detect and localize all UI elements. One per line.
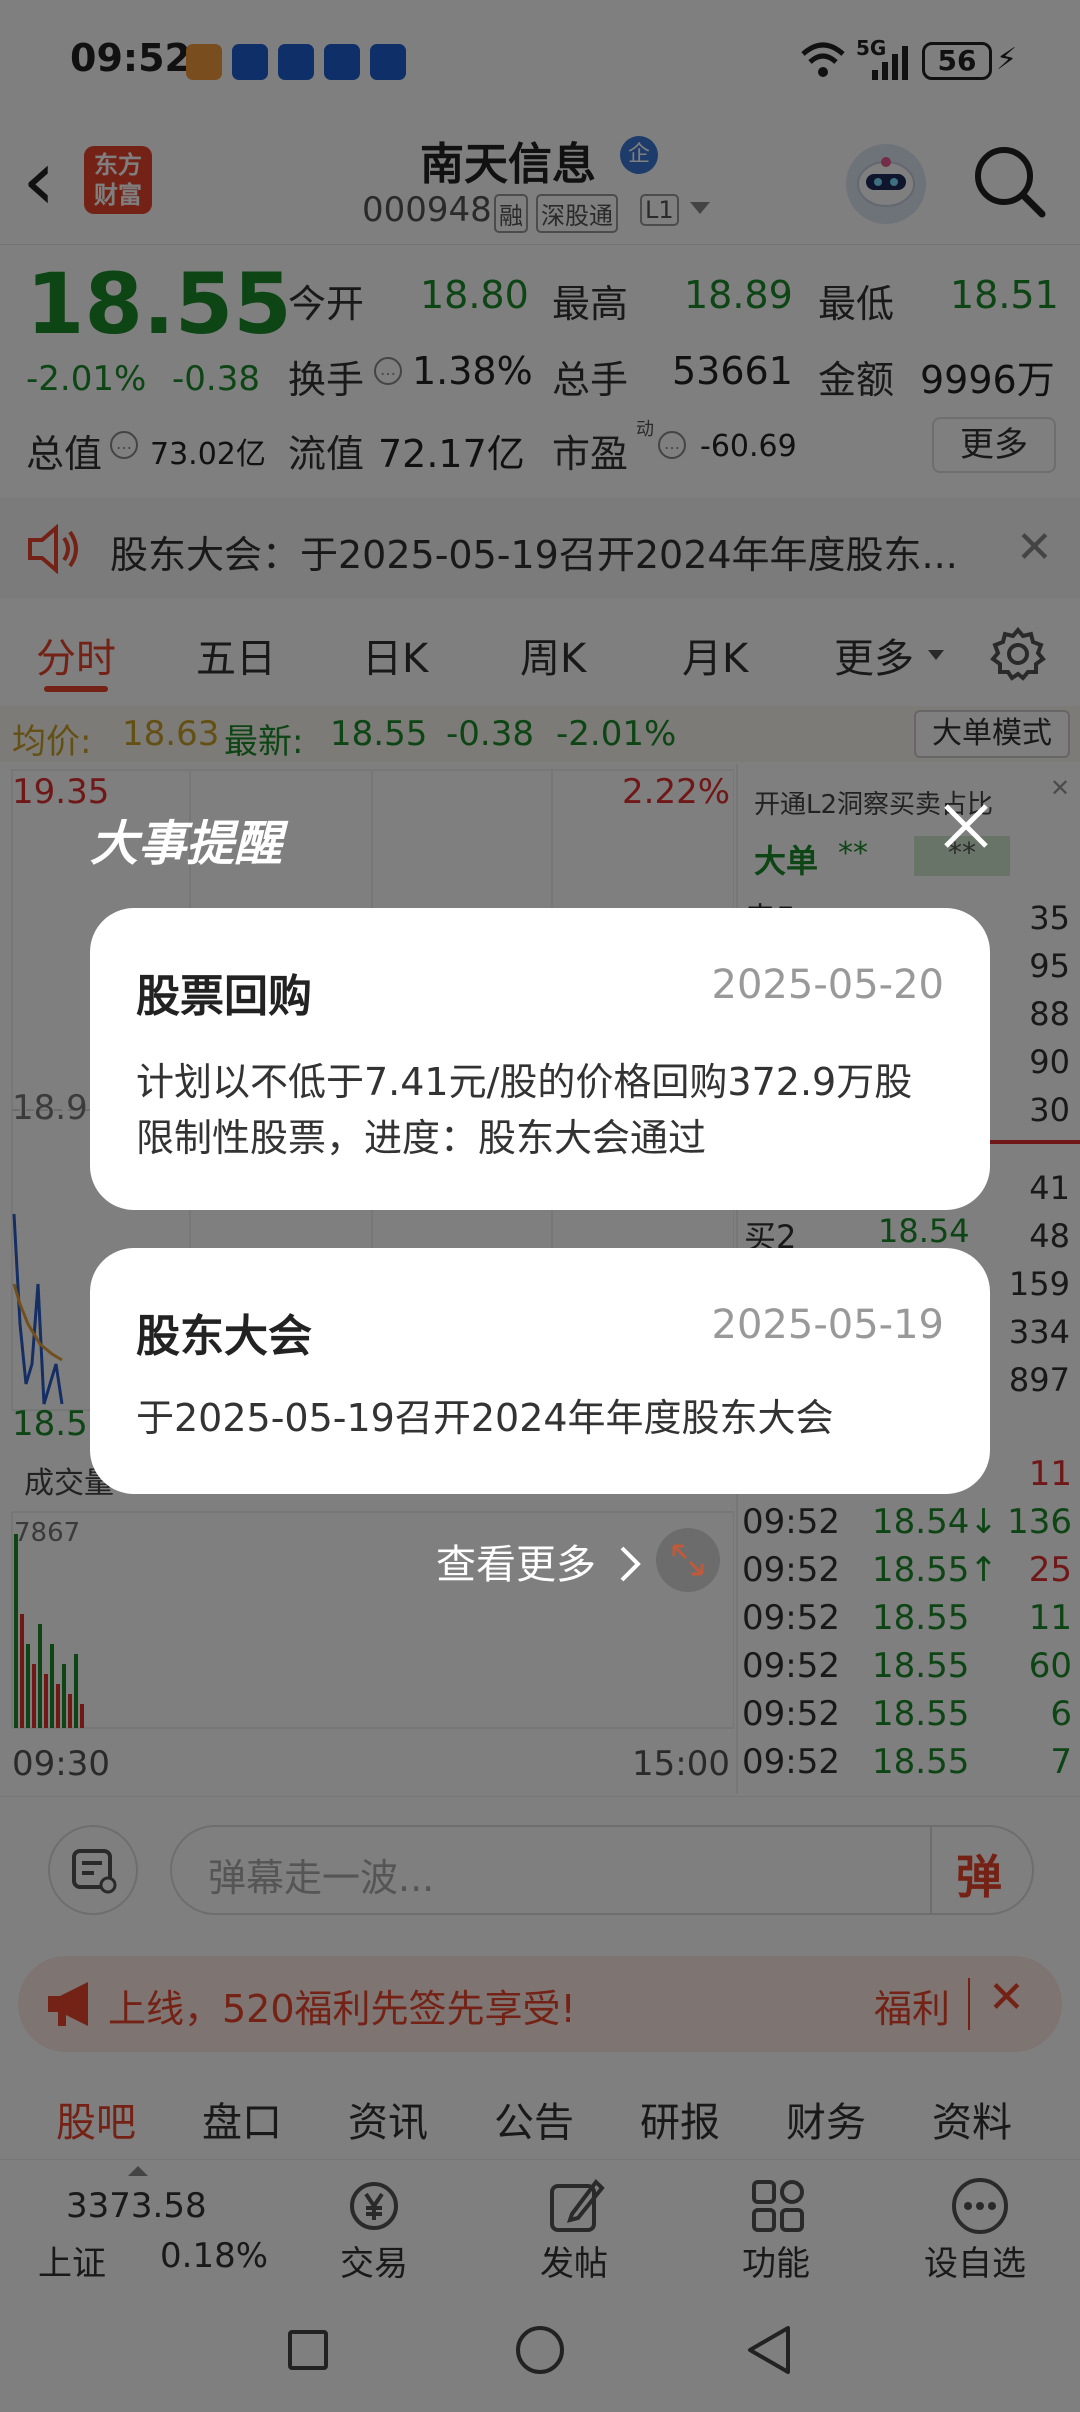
chevron-right-icon[interactable] [618, 1544, 642, 1584]
modal-title: 大事提醒 [90, 816, 283, 872]
expand-icon[interactable] [656, 1528, 720, 1592]
view-more-link[interactable]: 查看更多 [436, 1532, 596, 1590]
event-body: 计划以不低于7.41元/股的价格回购372.9万股限制性股票，进度：股东大会通过 [136, 1060, 913, 1160]
event-body: 于2025-05-19召开2024年年度股东大会 [136, 1396, 834, 1440]
event-title: 股东大会 [136, 1311, 312, 1362]
event-title: 股票回购 [136, 971, 312, 1022]
event-date: 2025-05-20 [711, 962, 944, 1008]
event-date: 2025-05-19 [711, 1302, 944, 1348]
close-icon[interactable] [938, 798, 994, 854]
event-card[interactable]: 股东大会 2025-05-19 于2025-05-19召开2024年年度股东大会 [90, 1248, 990, 1494]
event-card[interactable]: 股票回购 2025-05-20 计划以不低于7.41元/股的价格回购372.9万… [90, 908, 990, 1210]
